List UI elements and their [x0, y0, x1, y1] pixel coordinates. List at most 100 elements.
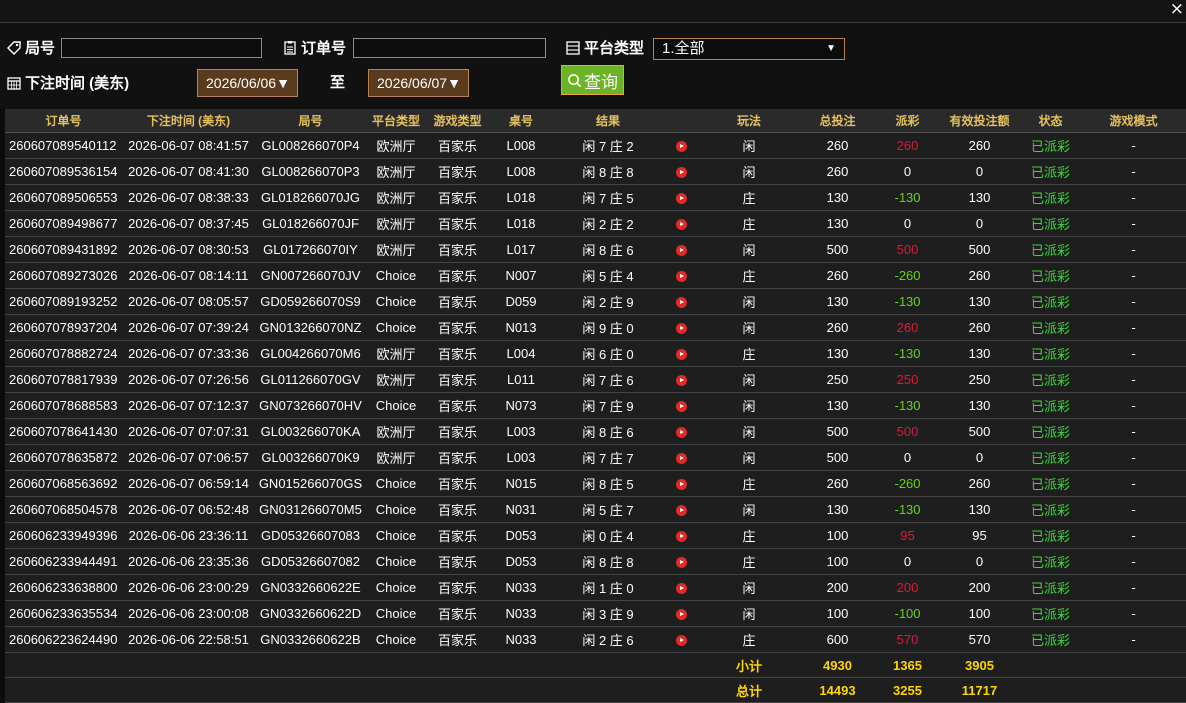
valid-bet-cell: 570: [939, 626, 1020, 653]
play-video-icon[interactable]: [675, 453, 687, 465]
status-cell: 已派彩: [1020, 158, 1081, 185]
result-cell: 闲 9 庄 0: [553, 314, 663, 341]
replay-cell[interactable]: [663, 288, 699, 315]
replay-cell[interactable]: [663, 184, 699, 211]
play-video-icon[interactable]: [675, 141, 687, 153]
replay-cell[interactable]: [663, 574, 699, 601]
order-input[interactable]: [353, 38, 546, 58]
play-video-icon[interactable]: [675, 349, 687, 361]
date-from-picker[interactable]: 2026/06/06▼: [197, 69, 298, 97]
play-video-icon[interactable]: [675, 401, 687, 413]
mode-cell: -: [1081, 236, 1186, 263]
replay-cell[interactable]: [663, 444, 699, 471]
order-cell: 260607078937204: [5, 314, 122, 341]
round-cell: GN015266070GS: [255, 470, 366, 497]
result-cell: 闲 8 庄 6: [553, 418, 663, 445]
order-cell: 260607068563692: [5, 470, 122, 497]
replay-cell[interactable]: [663, 132, 699, 159]
replay-cell[interactable]: [663, 340, 699, 367]
status-cell: 已派彩: [1020, 288, 1081, 315]
platform-select[interactable]: 1.全部 ▼: [653, 38, 845, 60]
payout-cell: -100: [876, 600, 939, 627]
valid-bet-cell: 200: [939, 574, 1020, 601]
table-number-cell: L017: [489, 236, 553, 263]
replay-cell[interactable]: [663, 522, 699, 549]
valid-bet-cell: 260: [939, 132, 1020, 159]
round-label-text: 局号: [25, 40, 56, 57]
play-video-icon[interactable]: [675, 479, 687, 491]
replay-cell[interactable]: [663, 392, 699, 419]
table-row: 260607089193252 2026-06-07 08:05:57 GD0592…: [5, 288, 1186, 315]
round-cell: GL004266070M6: [255, 340, 366, 367]
result-cell: 闲 8 庄 5: [553, 470, 663, 497]
time-cell: 2026-06-07 07:06:57: [122, 444, 255, 471]
replay-cell[interactable]: [663, 210, 699, 237]
play-video-icon[interactable]: [675, 427, 687, 439]
date-to-picker[interactable]: 2026/06/07▼: [368, 69, 469, 97]
total-valid: 11717: [939, 677, 1020, 703]
play-video-icon[interactable]: [675, 557, 687, 569]
table-row: 260607078817939 2026-06-07 07:26:56 GL0112…: [5, 366, 1186, 393]
table-row: 260607078641430 2026-06-07 07:07:31 GL0032…: [5, 418, 1186, 445]
play-video-icon[interactable]: [675, 193, 687, 205]
result-cell: 闲 7 庄 5: [553, 184, 663, 211]
calendar-icon: [7, 76, 21, 90]
play-video-icon[interactable]: [675, 323, 687, 335]
time-cell: 2026-06-07 08:38:33: [122, 184, 255, 211]
round-input[interactable]: [61, 38, 262, 58]
column-header: 游戏模式: [1081, 109, 1186, 133]
play-cell: 庄: [699, 340, 799, 367]
play-video-icon[interactable]: [675, 167, 687, 179]
replay-cell[interactable]: [663, 366, 699, 393]
column-header: 平台类型: [366, 109, 426, 133]
table-number-cell: L004: [489, 340, 553, 367]
play-video-icon[interactable]: [675, 271, 687, 283]
play-video-icon[interactable]: [675, 609, 687, 621]
play-video-icon[interactable]: [675, 531, 687, 543]
play-video-icon[interactable]: [675, 583, 687, 595]
replay-cell[interactable]: [663, 262, 699, 289]
game-type-cell: 百家乐: [426, 262, 489, 289]
valid-bet-cell: 100: [939, 600, 1020, 627]
platform-cell: Choice: [366, 574, 426, 601]
platform-cell: Choice: [366, 314, 426, 341]
play-video-icon[interactable]: [675, 219, 687, 231]
mode-cell: -: [1081, 262, 1186, 289]
subtotal-payout: 1365: [876, 652, 939, 678]
replay-cell[interactable]: [663, 600, 699, 627]
table-row: 260607068563692 2026-06-07 06:59:14 GN0152…: [5, 470, 1186, 497]
status-cell: 已派彩: [1020, 236, 1081, 263]
replay-cell[interactable]: [663, 548, 699, 575]
play-cell: 庄: [699, 522, 799, 549]
replay-cell[interactable]: [663, 496, 699, 523]
replay-cell[interactable]: [663, 470, 699, 497]
close-icon[interactable]: ×: [1170, 0, 1184, 20]
table-number-cell: L008: [489, 158, 553, 185]
play-video-icon[interactable]: [675, 505, 687, 517]
platform-cell: 欧洲厅: [366, 418, 426, 445]
payout-cell: 570: [876, 626, 939, 653]
replay-cell[interactable]: [663, 236, 699, 263]
valid-bet-cell: 250: [939, 366, 1020, 393]
replay-cell[interactable]: [663, 626, 699, 653]
replay-cell[interactable]: [663, 314, 699, 341]
platform-cell: Choice: [366, 522, 426, 549]
game-type-cell: 百家乐: [426, 496, 489, 523]
status-cell: 已派彩: [1020, 314, 1081, 341]
bet-cell: 260: [799, 262, 876, 289]
replay-cell[interactable]: [663, 418, 699, 445]
column-header: 总投注: [799, 109, 876, 133]
replay-cell[interactable]: [663, 158, 699, 185]
game-type-cell: 百家乐: [426, 340, 489, 367]
order-cell: 260607078635872: [5, 444, 122, 471]
column-header: 订单号: [5, 109, 122, 133]
play-video-icon[interactable]: [675, 245, 687, 257]
play-video-icon[interactable]: [675, 297, 687, 309]
play-cell: 闲: [699, 366, 799, 393]
status-cell: 已派彩: [1020, 132, 1081, 159]
bet-cell: 100: [799, 548, 876, 575]
table-number-cell: L018: [489, 210, 553, 237]
play-video-icon[interactable]: [675, 375, 687, 387]
query-button[interactable]: 查询: [561, 65, 624, 95]
play-video-icon[interactable]: [675, 635, 687, 647]
